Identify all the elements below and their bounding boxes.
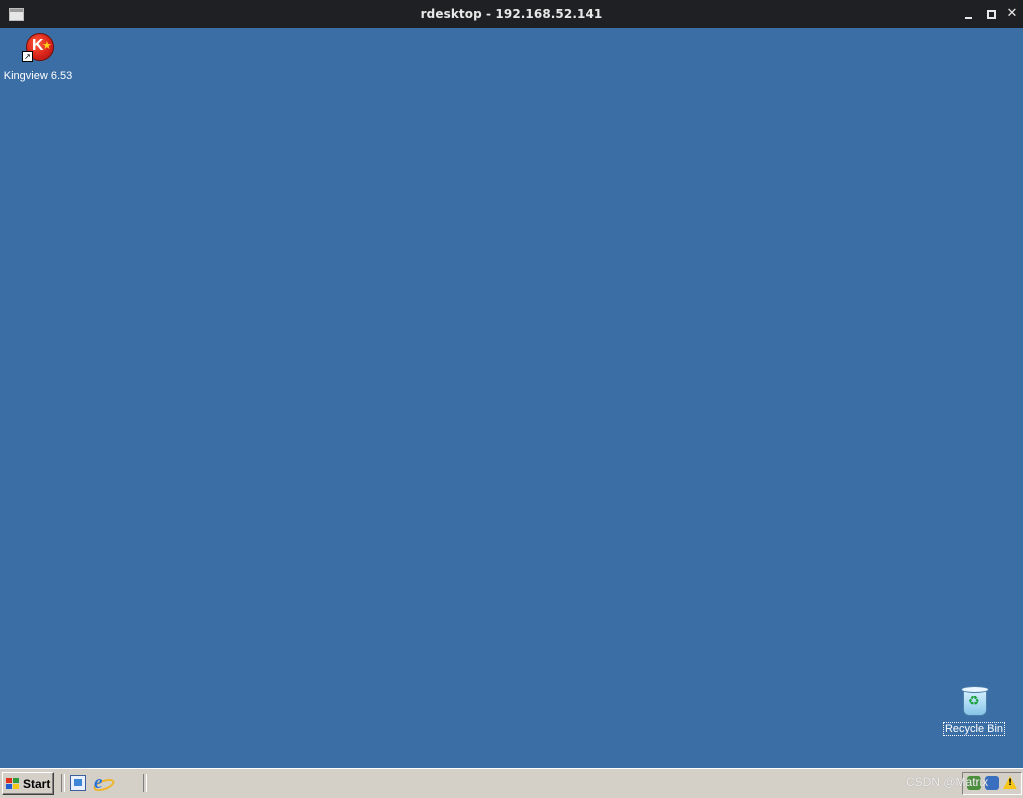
windows-flag-icon bbox=[6, 777, 19, 790]
taskbar: Start e ! CSDN @Matrix bbox=[0, 768, 1023, 798]
internet-explorer-icon[interactable]: e bbox=[91, 772, 117, 794]
start-button[interactable]: Start bbox=[2, 772, 54, 795]
start-label: Start bbox=[23, 776, 51, 791]
show-desktop-icon[interactable] bbox=[70, 775, 86, 791]
taskbar-separator bbox=[143, 774, 147, 792]
kingview-icon[interactable]: K ★ ↗ bbox=[22, 32, 54, 64]
taskbar-separator bbox=[61, 774, 65, 792]
network-icon[interactable] bbox=[967, 776, 981, 790]
system-tray: ! bbox=[962, 772, 1022, 795]
volume-icon[interactable] bbox=[985, 776, 999, 790]
recycle-bin-icon[interactable]: ♻ bbox=[958, 685, 990, 717]
window-title: rdesktop - 192.168.52.141 bbox=[420, 7, 603, 21]
desktop-icon-kingview[interactable]: K ★ ↗ Kingview 6.53 bbox=[0, 32, 76, 83]
desktop-icon-label: Kingview 6.53 bbox=[3, 70, 73, 82]
desktop[interactable]: K ★ ↗ Kingview 6.53 ♻ Recycle Bin bbox=[0, 28, 1023, 768]
minimize-icon[interactable] bbox=[962, 7, 976, 21]
maximize-icon[interactable] bbox=[984, 7, 998, 21]
desktop-icon-recycle-bin[interactable]: ♻ Recycle Bin bbox=[936, 685, 1012, 736]
shortcut-arrow-icon: ↗ bbox=[22, 51, 33, 62]
window-icon[interactable] bbox=[9, 8, 24, 21]
desktop-icon-label: Recycle Bin bbox=[942, 722, 1006, 736]
close-icon[interactable]: ✕ bbox=[1005, 7, 1019, 21]
security-warning-icon[interactable]: ! bbox=[1003, 776, 1017, 790]
title-bar[interactable]: rdesktop - 192.168.52.141 ✕ bbox=[0, 0, 1023, 28]
